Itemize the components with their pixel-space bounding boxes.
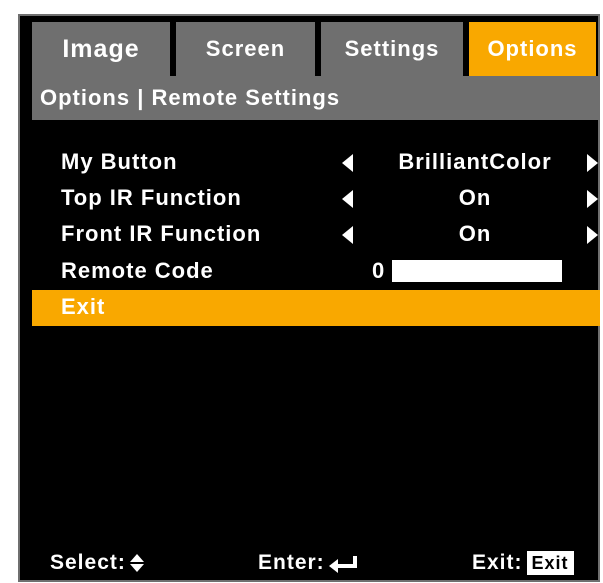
- remote-code-bar[interactable]: [392, 260, 562, 282]
- menu-row-top-ir-function[interactable]: Top IR Function On: [32, 181, 600, 217]
- remote-code-value: 0: [372, 258, 386, 283]
- exit-key-badge: Exit: [526, 551, 574, 575]
- arrow-left-icon[interactable]: [342, 226, 353, 244]
- select-hint-label: Select:: [50, 551, 126, 574]
- top-ir-function-label: Top IR Function: [61, 185, 242, 210]
- menu-row-exit[interactable]: Exit: [32, 290, 600, 326]
- breadcrumb: Options | Remote Settings: [32, 76, 600, 120]
- enter-hint-label: Enter:: [258, 551, 325, 574]
- select-hint: Select:: [50, 551, 144, 575]
- tab-settings[interactable]: Settings: [321, 22, 463, 76]
- remote-code-label: Remote Code: [61, 258, 214, 283]
- footer-hints: Select: Enter: Exit: Exit: [32, 546, 600, 582]
- menu-row-remote-code[interactable]: Remote Code 0: [32, 254, 600, 290]
- front-ir-function-value: On: [458, 221, 492, 246]
- tab-screen[interactable]: Screen: [176, 22, 315, 76]
- exit-hint: Exit: Exit: [472, 551, 574, 575]
- exit-hint-label: Exit:: [472, 551, 523, 574]
- arrow-left-icon[interactable]: [342, 190, 353, 208]
- menu-row-my-button[interactable]: My Button BrilliantColor: [32, 145, 600, 181]
- arrow-right-icon[interactable]: [587, 190, 598, 208]
- tab-options[interactable]: Options: [469, 22, 596, 76]
- menu-row-front-ir-function[interactable]: Front IR Function On: [32, 217, 600, 253]
- arrow-right-icon[interactable]: [587, 154, 598, 172]
- updown-icon: [129, 553, 144, 573]
- enter-hint: Enter:: [258, 551, 359, 575]
- top-ir-function-value: On: [458, 185, 492, 210]
- tab-image[interactable]: Image: [32, 22, 170, 76]
- arrow-left-icon[interactable]: [342, 154, 353, 172]
- osd-menu: Image Screen Settings Options Options | …: [18, 14, 600, 582]
- arrow-right-icon[interactable]: [587, 226, 598, 244]
- enter-icon: [328, 553, 359, 573]
- tab-bar: Image Screen Settings Options: [32, 22, 600, 76]
- my-button-label: My Button: [61, 149, 178, 174]
- front-ir-function-label: Front IR Function: [61, 221, 262, 246]
- exit-label: Exit: [61, 294, 106, 319]
- my-button-value: BrilliantColor: [398, 149, 552, 174]
